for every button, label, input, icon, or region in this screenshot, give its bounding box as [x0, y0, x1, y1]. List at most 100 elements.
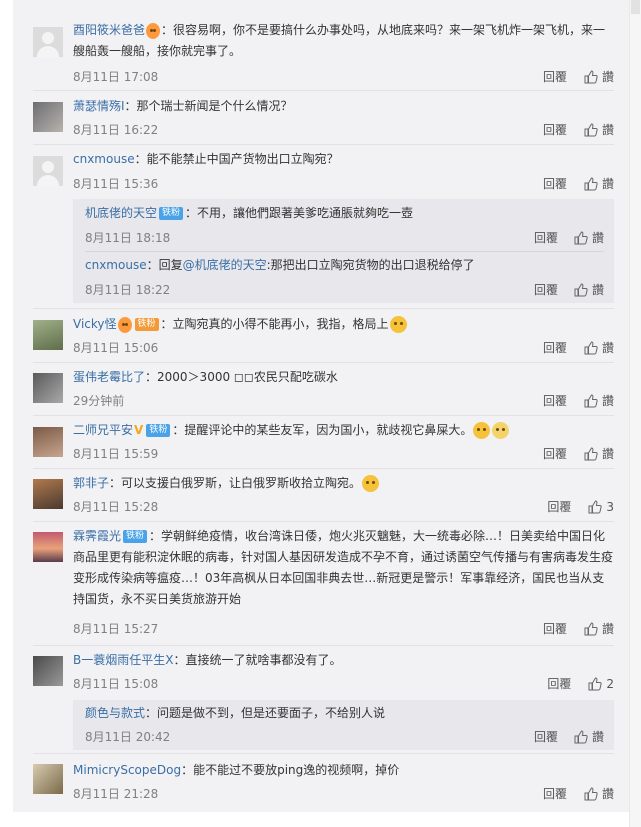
- fan-badge: 铁粉: [146, 424, 171, 437]
- comment-panel: 酉阳筱米爸爸 ：很容易啊，你不是要搞什么办事处吗，从地底来吗？来一架飞机炸一架飞机…: [13, 0, 630, 812]
- reply-button[interactable]: 回覆: [543, 785, 567, 802]
- fan-badge: 铁粉: [134, 318, 159, 331]
- reply-meta: 8月11日 18:22 回覆 讚: [85, 281, 604, 297]
- avatar[interactable]: [33, 102, 63, 132]
- reply-body: ：不用，讓他們跟著美爹吃通脹就夠吃一壺: [185, 206, 414, 220]
- verified-badge-icon: V: [134, 423, 144, 437]
- reply-button[interactable]: 回覆: [543, 68, 567, 85]
- reply-meta: 8月11日 20:42 回覆 讚: [85, 728, 604, 744]
- reply-button[interactable]: 回覆: [543, 339, 567, 356]
- smile-emoji-icon: [362, 475, 380, 492]
- like-button[interactable]: 讚: [602, 68, 614, 85]
- reply-body: ：回复: [146, 258, 183, 272]
- timestamp: 8月11日 16:22: [73, 123, 159, 137]
- user-nickname[interactable]: 郭非子: [73, 476, 109, 490]
- comment-item: B一蓑烟雨任平生X：直接统一了就啥事都没有了。 8月11日 15:08 回覆 2…: [13, 646, 630, 753]
- avatar[interactable]: [33, 427, 63, 457]
- thumbs-up-icon[interactable]: [574, 230, 588, 245]
- thumbs-up-icon[interactable]: [584, 786, 598, 801]
- avatar[interactable]: [33, 656, 63, 686]
- like-button[interactable]: 讚: [592, 281, 604, 298]
- comment-text: 蛋伟老霉比了：2000＞3000 ◻◻农民只配吃碳水: [73, 367, 614, 388]
- like-count[interactable]: 2: [606, 677, 614, 691]
- user-nickname[interactable]: 萧瑟情殇I: [73, 99, 125, 113]
- avatar[interactable]: [33, 764, 63, 794]
- comment-meta: 8月11日 15:27 回覆 讚: [73, 620, 614, 636]
- thumbs-up-icon[interactable]: [588, 499, 603, 514]
- comment-item: MimicryScopeDog：能不能过不要放ping逸的视频啊，掉价 8月11…: [13, 754, 630, 810]
- user-nickname[interactable]: 蛋伟老霉比了: [73, 370, 145, 384]
- user-nickname[interactable]: MimicryScopeDog: [73, 763, 181, 777]
- user-nickname[interactable]: 酉阳筱米爸爸: [73, 23, 145, 37]
- like-button[interactable]: 讚: [602, 785, 614, 802]
- comment-item: 蛋伟老霉比了：2000＞3000 ◻◻农民只配吃碳水 29分钟前 回覆 讚: [13, 363, 630, 415]
- like-button[interactable]: 讚: [602, 620, 614, 637]
- comment-text: 二师兄平安V 铁粉 ：提醒评论中的某些友军，因为国小，就歧视它鼻屎大。: [73, 420, 614, 441]
- reply-button[interactable]: 回覆: [543, 445, 567, 462]
- comment-meta: 8月11日 15:08 回覆 2: [73, 675, 614, 692]
- comment-text: 酉阳筱米爸爸 ：很容易啊，你不是要搞什么办事处吗，从地底来吗？来一架飞机炸一架飞机…: [73, 20, 614, 62]
- thumbs-up-icon[interactable]: [584, 621, 598, 636]
- like-button[interactable]: 讚: [602, 121, 614, 138]
- reply-button[interactable]: 回覆: [547, 498, 571, 515]
- thumbs-up-icon[interactable]: [584, 122, 598, 137]
- thumbs-up-icon[interactable]: [574, 729, 588, 744]
- thumbs-up-icon[interactable]: [574, 282, 588, 297]
- timestamp: 29分钟前: [73, 394, 125, 408]
- user-nickname[interactable]: 霖霁霞光: [73, 529, 121, 543]
- scrollbar[interactable]: [629, 0, 641, 827]
- like-button[interactable]: 讚: [592, 229, 604, 246]
- smile-emoji-icon: [389, 316, 407, 333]
- avatar[interactable]: [33, 27, 63, 57]
- reply-button[interactable]: 回覆: [543, 175, 567, 192]
- like-button[interactable]: 讚: [602, 445, 614, 462]
- reply-button[interactable]: 回覆: [534, 281, 558, 298]
- timestamp: 8月11日 15:27: [73, 622, 159, 636]
- avatar[interactable]: [33, 532, 63, 562]
- flame-emoji-icon: [146, 22, 161, 39]
- comment-body: ：2000＞3000 ◻◻农民只配吃碳水: [145, 370, 338, 384]
- glasses-emoji-icon: [492, 422, 510, 439]
- like-button[interactable]: 讚: [602, 175, 614, 192]
- fan-badge: 铁粉: [123, 530, 148, 543]
- user-nickname[interactable]: 机底佬的天空: [85, 206, 157, 220]
- thumbs-up-icon[interactable]: [584, 340, 598, 355]
- comment-text: MimicryScopeDog：能不能过不要放ping逸的视频啊，掉价: [73, 760, 614, 781]
- avatar[interactable]: [33, 373, 63, 403]
- user-nickname[interactable]: cnxmouse: [85, 258, 147, 272]
- like-count[interactable]: 3: [606, 500, 614, 514]
- like-button[interactable]: 讚: [602, 392, 614, 409]
- thumbs-up-icon[interactable]: [584, 176, 598, 191]
- reply-button[interactable]: 回覆: [543, 620, 567, 637]
- thumbs-up-icon[interactable]: [584, 393, 598, 408]
- comment-item: cnxmouse：能不能禁止中国产货物出口立陶宛？ 8月11日 15:36 回覆…: [13, 145, 630, 308]
- avatar[interactable]: [33, 156, 63, 186]
- avatar[interactable]: [33, 320, 63, 350]
- reply-thread: 机底佬的天空 铁粉 ：不用，讓他們跟著美爹吃通脹就夠吃一壺 8月11日 18:18 …: [73, 199, 614, 303]
- thumbs-up-icon[interactable]: [584, 446, 598, 461]
- thumbs-up-icon[interactable]: [588, 676, 603, 691]
- mention-link[interactable]: @机底佬的天空: [183, 258, 267, 272]
- avatar[interactable]: [33, 479, 63, 509]
- comment-body: ：能不能过不要放ping逸的视频啊，掉价: [181, 763, 400, 777]
- thumbs-up-icon[interactable]: [584, 69, 598, 84]
- user-nickname[interactable]: 颜色与款式: [85, 706, 145, 720]
- comment-meta: 8月11日 15:36 回覆 讚: [73, 175, 614, 191]
- user-nickname[interactable]: 二师兄平安: [73, 423, 133, 437]
- timestamp: 8月11日 15:36: [73, 177, 159, 191]
- reply-item: 颜色与款式：问题是做不到，但是还要面子，不给别人说 8月11日 20:42 回覆…: [85, 700, 604, 750]
- reply-button[interactable]: 回覆: [543, 392, 567, 409]
- reply-button[interactable]: 回覆: [543, 121, 567, 138]
- reply-button[interactable]: 回覆: [547, 675, 571, 692]
- like-button[interactable]: 讚: [602, 339, 614, 356]
- comment-text: Vicky怪 铁粉 ：立陶宛真的小得不能再小，我指，格局上: [73, 314, 614, 335]
- user-nickname[interactable]: B一蓑烟雨任平生X: [73, 653, 173, 667]
- reply-button[interactable]: 回覆: [534, 229, 558, 246]
- user-nickname[interactable]: cnxmouse: [73, 152, 135, 166]
- reply-button[interactable]: 回覆: [534, 728, 558, 745]
- like-button[interactable]: 讚: [592, 728, 604, 745]
- comment-meta: 8月11日 16:22 回覆 讚: [73, 121, 614, 137]
- reply-item: cnxmouse：回复@机底佬的天空:那把出口立陶宛货物的出口退税给停了 8月1…: [85, 252, 604, 303]
- scrollbar-thumb[interactable]: [631, 0, 640, 14]
- user-nickname[interactable]: Vicky怪: [73, 317, 117, 331]
